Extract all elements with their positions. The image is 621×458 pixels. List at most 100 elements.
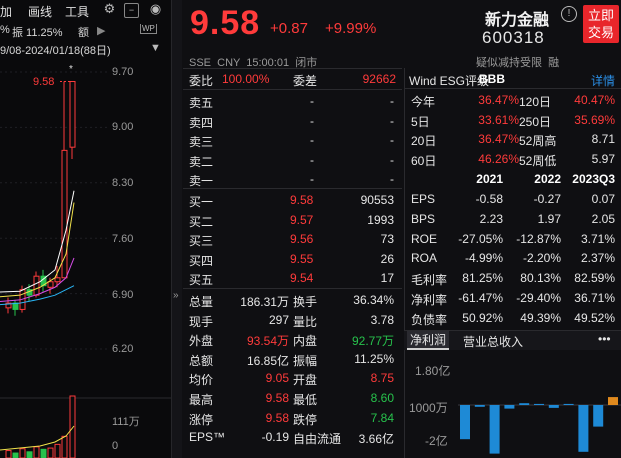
stat-row: EPS™ -0.19 自由流通 3.66亿 — [183, 427, 402, 447]
ask-row[interactable]: 卖三 - - — [183, 130, 402, 150]
wp-badge[interactable]: WP — [140, 24, 157, 34]
mini-bar[interactable] — [608, 397, 618, 405]
info-icon[interactable]: ! — [561, 6, 577, 22]
ask-volume: - — [390, 133, 394, 147]
stat-value: 186.31万 — [240, 295, 289, 309]
fin-value: 36.71% — [574, 291, 615, 305]
perf-label: 60日 — [411, 153, 437, 168]
toolbar-item-add[interactable]: 加 — [0, 3, 12, 20]
amount-text: 额 — [78, 27, 89, 39]
fin-value: -4.99% — [464, 251, 503, 266]
fin-value: -61.47% — [458, 291, 503, 305]
tab-revenue[interactable]: 营业总收入 — [463, 333, 523, 350]
stat-value: 36.34% — [353, 293, 394, 307]
weicha-label: 委差 — [293, 74, 318, 88]
bid-price: 9.57 — [290, 212, 314, 227]
volume-bar — [33, 446, 40, 458]
fin-label: 毛利率 — [411, 273, 448, 288]
perf-row: 20日 36.47% 52周高 8.71 — [409, 130, 621, 150]
toolbar-item-tools[interactable]: 工具 — [65, 3, 89, 20]
arrow-right-icon[interactable]: ▶ — [97, 24, 105, 37]
panel-splitter[interactable] — [172, 0, 182, 458]
stat-label: 换手 — [293, 295, 318, 309]
mini-bar[interactable] — [534, 403, 544, 405]
stat-label: 量比 — [293, 314, 318, 329]
toolbar-item-draw[interactable]: 画线 — [28, 3, 52, 20]
ask-price: - — [310, 94, 314, 108]
mini-bar[interactable] — [563, 403, 574, 405]
mini-bar[interactable] — [489, 405, 500, 454]
stat-value: 9.58 — [265, 391, 289, 405]
bid-row[interactable]: 买二 9.57 1993 — [183, 210, 402, 230]
fin-value: 81.25% — [462, 271, 503, 286]
ask-row[interactable]: 卖五 - - — [183, 91, 402, 111]
weibi-value: 100.00% — [222, 72, 270, 86]
esg-detail-link[interactable]: 详情 — [591, 72, 615, 89]
bid-row[interactable]: 买一 9.58 90553 — [183, 190, 402, 210]
bid-price: 9.56 — [290, 232, 314, 246]
minus-icon[interactable]: − — [124, 3, 139, 18]
collapse-arrow-icon[interactable]: » — [173, 290, 179, 301]
fin-value: 50.92% — [462, 310, 503, 325]
mini-bar[interactable] — [474, 405, 485, 407]
perf-value: 8.71 — [591, 132, 615, 146]
volume-bar — [12, 452, 19, 458]
chart-status-line: % 振 11.25% 额 ▶ WP — [0, 24, 171, 40]
price-tick: 6.20 — [112, 343, 134, 355]
mini-bar[interactable] — [548, 405, 559, 408]
ask-volume: - — [390, 113, 394, 128]
mini-bar[interactable] — [519, 403, 530, 405]
esg-row: Wind ESG评级 BBB 详情 — [409, 70, 621, 90]
date-range: 9/08-2024/01/18(88日) ▼ — [0, 42, 171, 58]
candle-body — [69, 80, 76, 148]
tab-net-profit[interactable]: 净利润 — [407, 331, 450, 350]
volume-bar — [40, 448, 47, 458]
ask-row[interactable]: 卖四 - - — [183, 111, 402, 131]
mini-bar[interactable] — [460, 405, 470, 440]
perf-label: 20日 — [411, 134, 437, 148]
dropdown-arrow-icon[interactable]: ▼ — [150, 42, 161, 54]
gear-icon[interactable]: ⚙ — [102, 2, 117, 17]
stock-name: 新力金融 — [485, 12, 550, 29]
bid-label: 买五 — [189, 273, 214, 287]
kline-chart-panel[interactable]: 加 画线 工具 ⚙ − ◉ % 振 11.25% 额 ▶ WP 9/08-202… — [0, 0, 172, 458]
bid-price: 9.54 — [290, 271, 314, 285]
trade-button-line1: 立即 — [587, 8, 614, 23]
ask-volume: - — [390, 94, 394, 108]
stat-value: 93.54万 — [246, 334, 289, 349]
ask-row[interactable]: 卖二 - - — [183, 150, 402, 170]
trade-now-button[interactable]: 立即 交易 — [583, 5, 619, 43]
fin-label: ROE — [411, 231, 438, 246]
perf-label: 今年 — [411, 95, 436, 109]
price-change-pct: +9.99% — [325, 20, 377, 37]
stat-label: 最高 — [189, 393, 214, 407]
stat-value: 16.85亿 — [246, 353, 289, 368]
more-icon[interactable]: ••• — [598, 332, 611, 346]
volume-bar — [26, 451, 33, 458]
stock-code: 600318 — [482, 28, 545, 47]
stat-value: 3.78 — [370, 312, 394, 327]
bid-price: 9.58 — [290, 193, 314, 207]
ask-label: 卖四 — [189, 115, 214, 130]
mini-bar[interactable] — [578, 405, 589, 452]
bid-row[interactable]: 买四 9.55 26 — [183, 249, 402, 269]
perf-value: 33.61% — [478, 112, 519, 127]
bid-row[interactable]: 买三 9.56 73 — [183, 229, 402, 249]
weibi-label: 委比 — [189, 74, 214, 88]
stat-value: 92.77万 — [351, 334, 394, 349]
divider — [183, 89, 402, 90]
bid-row[interactable]: 买五 9.54 17 — [183, 268, 402, 288]
mini-bar[interactable] — [593, 405, 604, 427]
mini-bar[interactable] — [504, 405, 515, 409]
volume-bar — [54, 443, 61, 458]
stat-row: 总额 16.85亿 振幅 11.25% — [183, 349, 402, 369]
ask-row[interactable]: 卖一 - - — [183, 169, 402, 189]
stat-value: 11.25% — [354, 351, 394, 366]
eye-icon[interactable]: ◉ — [148, 2, 163, 17]
esg-label: Wind ESG评级 — [409, 74, 490, 88]
bid-volume: 90553 — [360, 193, 394, 207]
stat-value: 8.75 — [370, 371, 394, 386]
price-tick: 9.00 — [112, 121, 134, 133]
perf-row: 60日 46.26% 52周低 5.97 — [409, 150, 621, 170]
fin-value: -27.05% — [458, 231, 503, 246]
